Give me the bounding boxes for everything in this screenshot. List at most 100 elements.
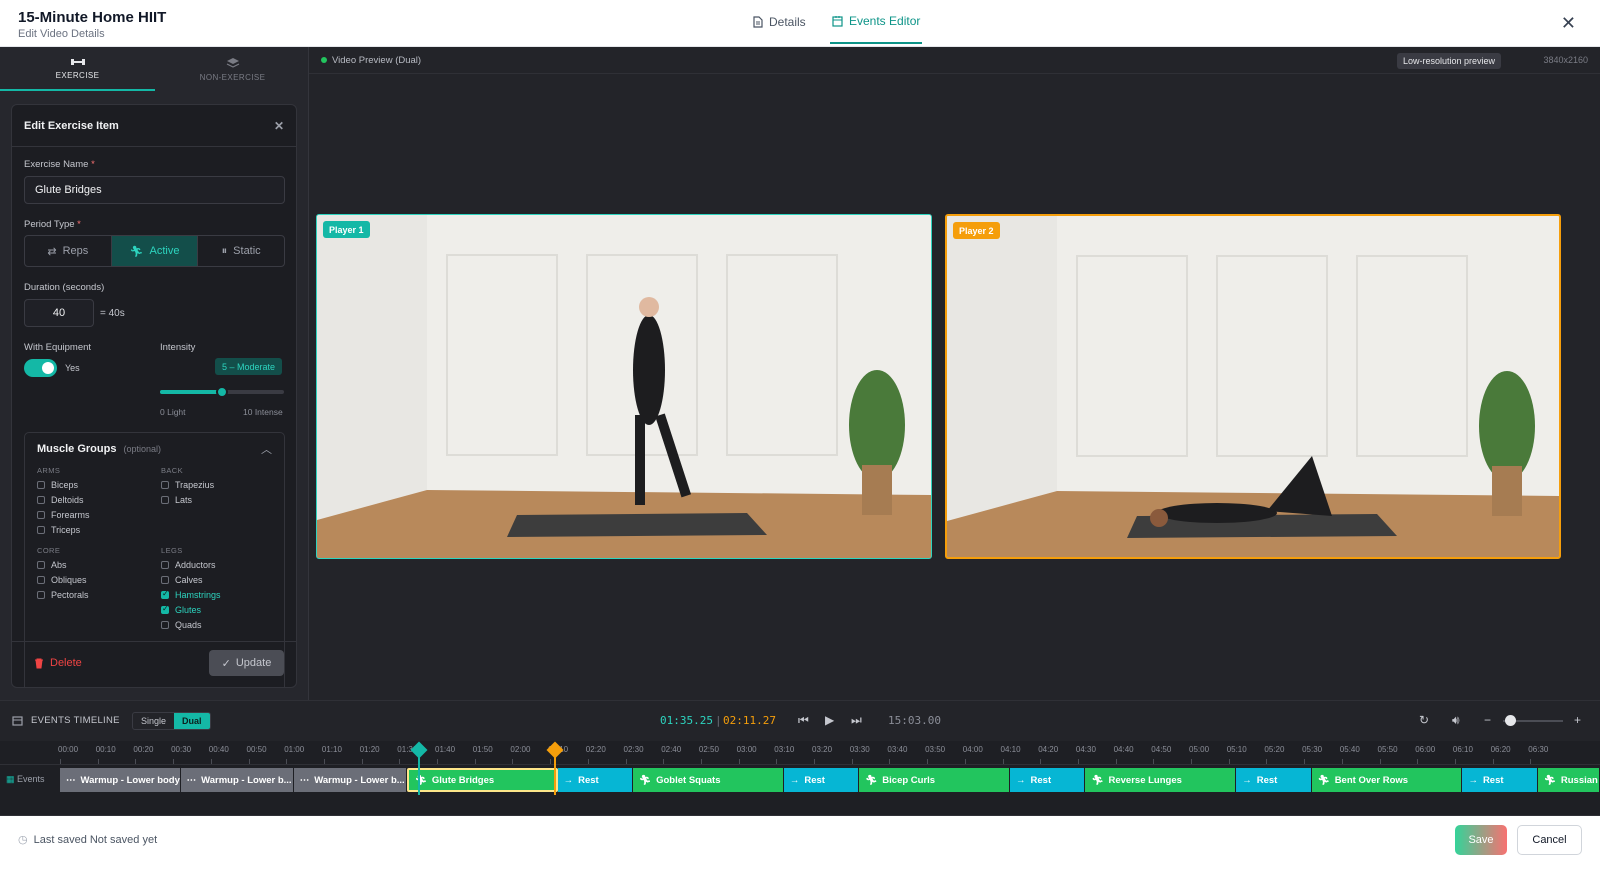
tab-non-exercise[interactable]: NON-EXERCISE <box>155 47 310 91</box>
checkbox-biceps[interactable]: Biceps <box>37 480 78 490</box>
volume-icon[interactable]: 🔊︎ <box>1452 713 1460 728</box>
calendar-icon: ▦ <box>6 774 15 784</box>
checkbox-deltoids[interactable]: Deltoids <box>37 495 84 505</box>
intensity-slider-knob[interactable] <box>216 386 228 398</box>
event-block-exercise[interactable]: 🏃︎ Bicep Curls <box>859 768 1011 792</box>
status-dot <box>321 57 327 63</box>
event-block-exercise[interactable]: 🏃︎ Reverse Lunges <box>1085 768 1237 792</box>
tab-exercise[interactable]: EXERCISE <box>0 47 155 91</box>
tick-mark <box>512 759 514 764</box>
event-block-rest[interactable]: → Rest <box>1236 768 1312 792</box>
tab-details[interactable]: Details <box>752 0 806 44</box>
zoom-slider-knob[interactable] <box>1505 715 1516 726</box>
tick-label: 00:30 <box>171 745 192 754</box>
calendar-icon <box>12 716 23 726</box>
tick-mark <box>587 759 589 764</box>
tick-mark <box>1228 759 1230 764</box>
event-block-exercise[interactable]: 🏃︎ Bent Over Rows <box>1311 768 1463 792</box>
event-block-exercise[interactable]: 🏃︎ Glute Bridges <box>406 768 558 792</box>
play-icon[interactable]: ▶︎ <box>825 713 834 727</box>
period-static-button[interactable]: ⏸︎ Static <box>198 236 284 266</box>
exercise-name-input[interactable]: Glute Bridges <box>24 176 285 204</box>
checkbox-forearms[interactable]: Forearms <box>37 510 90 520</box>
page-title: 15-Minute Home HIIT <box>18 9 167 26</box>
tick-label: 05:30 <box>1302 745 1323 754</box>
group-core-label: CORE <box>37 546 61 555</box>
intensity-slider[interactable] <box>160 386 284 398</box>
chevron-up-icon[interactable]: ︿ <box>261 441 272 457</box>
tick-label: 06:20 <box>1490 745 1511 754</box>
intensity-label: Intensity <box>160 342 196 353</box>
player-1-frame <box>317 215 931 558</box>
event-block-warmup[interactable]: ⋯ Warmup - Lower b... <box>180 768 294 792</box>
trash-icon <box>35 658 43 668</box>
player-2-playhead[interactable] <box>546 741 564 795</box>
checkbox-quads[interactable]: Quads <box>161 620 202 630</box>
checkbox-triceps[interactable]: Triceps <box>37 525 80 535</box>
player-1-video[interactable]: Player 1 <box>316 214 932 559</box>
event-label: Russian Twists <box>1560 774 1599 786</box>
checkbox-trapezius[interactable]: Trapezius <box>161 480 214 490</box>
checkbox-lats[interactable]: Lats <box>161 495 192 505</box>
event-block-rest[interactable]: → Rest <box>1462 768 1538 792</box>
zoom-in-icon[interactable]: + <box>1574 713 1581 727</box>
tick-label: 04:40 <box>1113 745 1134 754</box>
equipment-value: Yes <box>65 363 80 373</box>
event-block-warmup[interactable]: ⋯ Warmup - Lower body <box>60 768 181 792</box>
equipment-toggle[interactable] <box>24 359 57 377</box>
update-button[interactable]: ✓ Update <box>209 650 284 676</box>
cancel-button[interactable]: Cancel <box>1517 825 1582 855</box>
checkbox-abs[interactable]: Abs <box>37 560 67 570</box>
tick-label: 00:40 <box>208 745 229 754</box>
tick-label: 02:30 <box>623 745 644 754</box>
player-1-playhead[interactable] <box>410 741 428 795</box>
event-block-rest[interactable]: → Rest <box>783 768 860 792</box>
muscle-groups-title: Muscle Groups (optional) <box>37 443 162 455</box>
close-icon[interactable]: ✕ <box>1561 13 1576 34</box>
zoom-slider[interactable] <box>1503 715 1563 726</box>
event-block-rest[interactable]: → Rest <box>557 768 634 792</box>
checkbox-pectorals[interactable]: Pectorals <box>37 590 89 600</box>
tick-label: 00:50 <box>246 745 267 754</box>
left-panel: EXERCISE NON-EXERCISE Edit Exercise Item… <box>0 47 309 700</box>
mode-single-button[interactable]: Single <box>133 713 174 729</box>
close-card-icon[interactable]: ✕ <box>274 119 284 133</box>
checkbox-hamstrings[interactable]: Hamstrings <box>161 589 221 600</box>
timeline-mode-toggle: Single Dual <box>132 712 211 730</box>
zoom-out-icon[interactable]: − <box>1484 713 1491 727</box>
period-active-button[interactable]: 🏃︎ Active <box>111 236 199 266</box>
player-2-video[interactable]: Player 2 <box>945 214 1561 559</box>
timecode-separator: | <box>715 714 722 727</box>
mode-dual-button[interactable]: Dual <box>174 713 210 729</box>
delete-button[interactable]: Delete <box>34 657 82 669</box>
tab-events-editor[interactable]: Events Editor <box>830 0 923 44</box>
event-block-exercise[interactable]: 🏃︎ Goblet Squats <box>633 768 784 792</box>
tick-label: 03:50 <box>925 745 946 754</box>
more-icon: ⋯ <box>66 774 76 786</box>
lowres-badge: Low-resolution preview <box>1396 53 1501 69</box>
period-reps-button[interactable]: ⇄ Reps <box>25 236 112 266</box>
skip-back-icon[interactable]: ⏮︎ <box>798 713 809 728</box>
event-block-rest[interactable]: → Rest <box>1010 768 1086 792</box>
save-button[interactable]: Save <box>1455 825 1507 855</box>
tick-mark <box>700 759 702 764</box>
event-label: Bent Over Rows <box>1334 774 1409 786</box>
timeline-ruler[interactable]: 00:00 00:10 00:20 00:30 00:40 00:50 01:00 01:10… <box>0 741 1600 765</box>
checkbox-calves[interactable]: Calves <box>161 575 203 585</box>
tab-events-editor-label: Events Editor <box>849 14 921 28</box>
skip-forward-icon[interactable]: ⏭︎ <box>851 713 862 728</box>
dumbbell-icon <box>70 58 85 65</box>
event-block-warmup[interactable]: ⋯ Warmup - Lower b... <box>293 768 407 792</box>
refresh-icon[interactable]: ↻ <box>1419 713 1429 727</box>
video-preview-area: Video Preview (Dual) Low-resolution prev… <box>309 47 1600 700</box>
layers-icon <box>226 57 239 68</box>
event-block-exercise[interactable]: 🏃︎ Russian Twists <box>1537 768 1600 792</box>
tick-label: 05:10 <box>1226 745 1247 754</box>
checkbox-glutes[interactable]: Glutes <box>161 604 201 615</box>
checkbox-obliques[interactable]: Obliques <box>37 575 87 585</box>
resolution-label: 3840x2160 <box>1543 55 1588 65</box>
tick-mark <box>1492 759 1494 764</box>
tick-label: 05:40 <box>1339 745 1360 754</box>
checkbox-adductors[interactable]: Adductors <box>161 560 216 570</box>
duration-input[interactable]: 40 <box>24 299 94 327</box>
